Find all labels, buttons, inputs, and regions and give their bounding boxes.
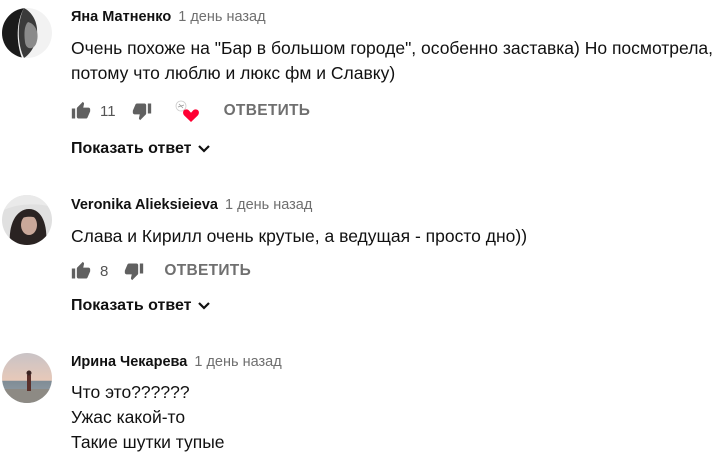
comment-line: Ужас какой-то (71, 407, 186, 427)
creator-heart (174, 99, 200, 123)
show-reply-button[interactable]: Показать ответ (71, 140, 211, 158)
comment-line: Что это?????? (71, 382, 190, 402)
author-name[interactable]: Яна Матненко (71, 9, 171, 25)
like-count: 11 (100, 102, 116, 120)
timestamp[interactable]: 1 день назад (178, 9, 265, 25)
comment-meta: Ирина Чекарева 1 день назад (71, 354, 282, 370)
dislike-icon[interactable] (132, 101, 152, 121)
avatar[interactable] (2, 353, 52, 403)
author-name[interactable]: Ирина Чекарева (71, 354, 187, 370)
comment-text: Очень похоже на "Бар в большом городе", … (71, 36, 713, 86)
comment-meta: Яна Матненко 1 день назад (71, 9, 266, 25)
comment-meta: Veronika Alieksieieva 1 день назад (71, 197, 312, 213)
like-count: 8 (100, 262, 109, 280)
reply-button[interactable]: ОТВЕТИТЬ (164, 262, 251, 280)
like-icon[interactable] (71, 261, 91, 281)
comment-actions: 11 ОТВЕТИТЬ (71, 99, 310, 123)
avatar[interactable] (2, 8, 52, 58)
reply-button[interactable]: ОТВЕТИТЬ (224, 102, 311, 120)
timestamp[interactable]: 1 день назад (225, 197, 312, 213)
chevron-down-icon (197, 302, 210, 310)
comment-line: Очень похоже на "Бар в большом городе", … (71, 38, 713, 58)
timestamp[interactable]: 1 день назад (194, 354, 281, 370)
dislike-icon[interactable] (124, 261, 144, 281)
comment-line: Такие шутки тупые (71, 432, 225, 452)
show-reply-label: Показать ответ (71, 297, 192, 314)
heart-icon (182, 109, 199, 122)
comment-actions: 8 ОТВЕТИТЬ (71, 259, 251, 283)
comment-line: Слава и Кирилл очень крутые, а ведущая -… (71, 226, 528, 246)
comment-line: потому что люблю и люкс фм и Славку) (71, 63, 396, 83)
author-name[interactable]: Veronika Alieksieieva (71, 197, 218, 213)
show-reply-button[interactable]: Показать ответ (71, 297, 211, 315)
comment-text: Слава и Кирилл очень крутые, а ведущая -… (71, 224, 527, 249)
show-reply-label: Показать ответ (71, 140, 192, 157)
like-icon[interactable] (71, 101, 91, 121)
comment-text: Что это?????? Ужас какой-то Такие шутки … (71, 380, 225, 455)
avatar[interactable] (2, 195, 52, 245)
chevron-down-icon (197, 145, 210, 153)
